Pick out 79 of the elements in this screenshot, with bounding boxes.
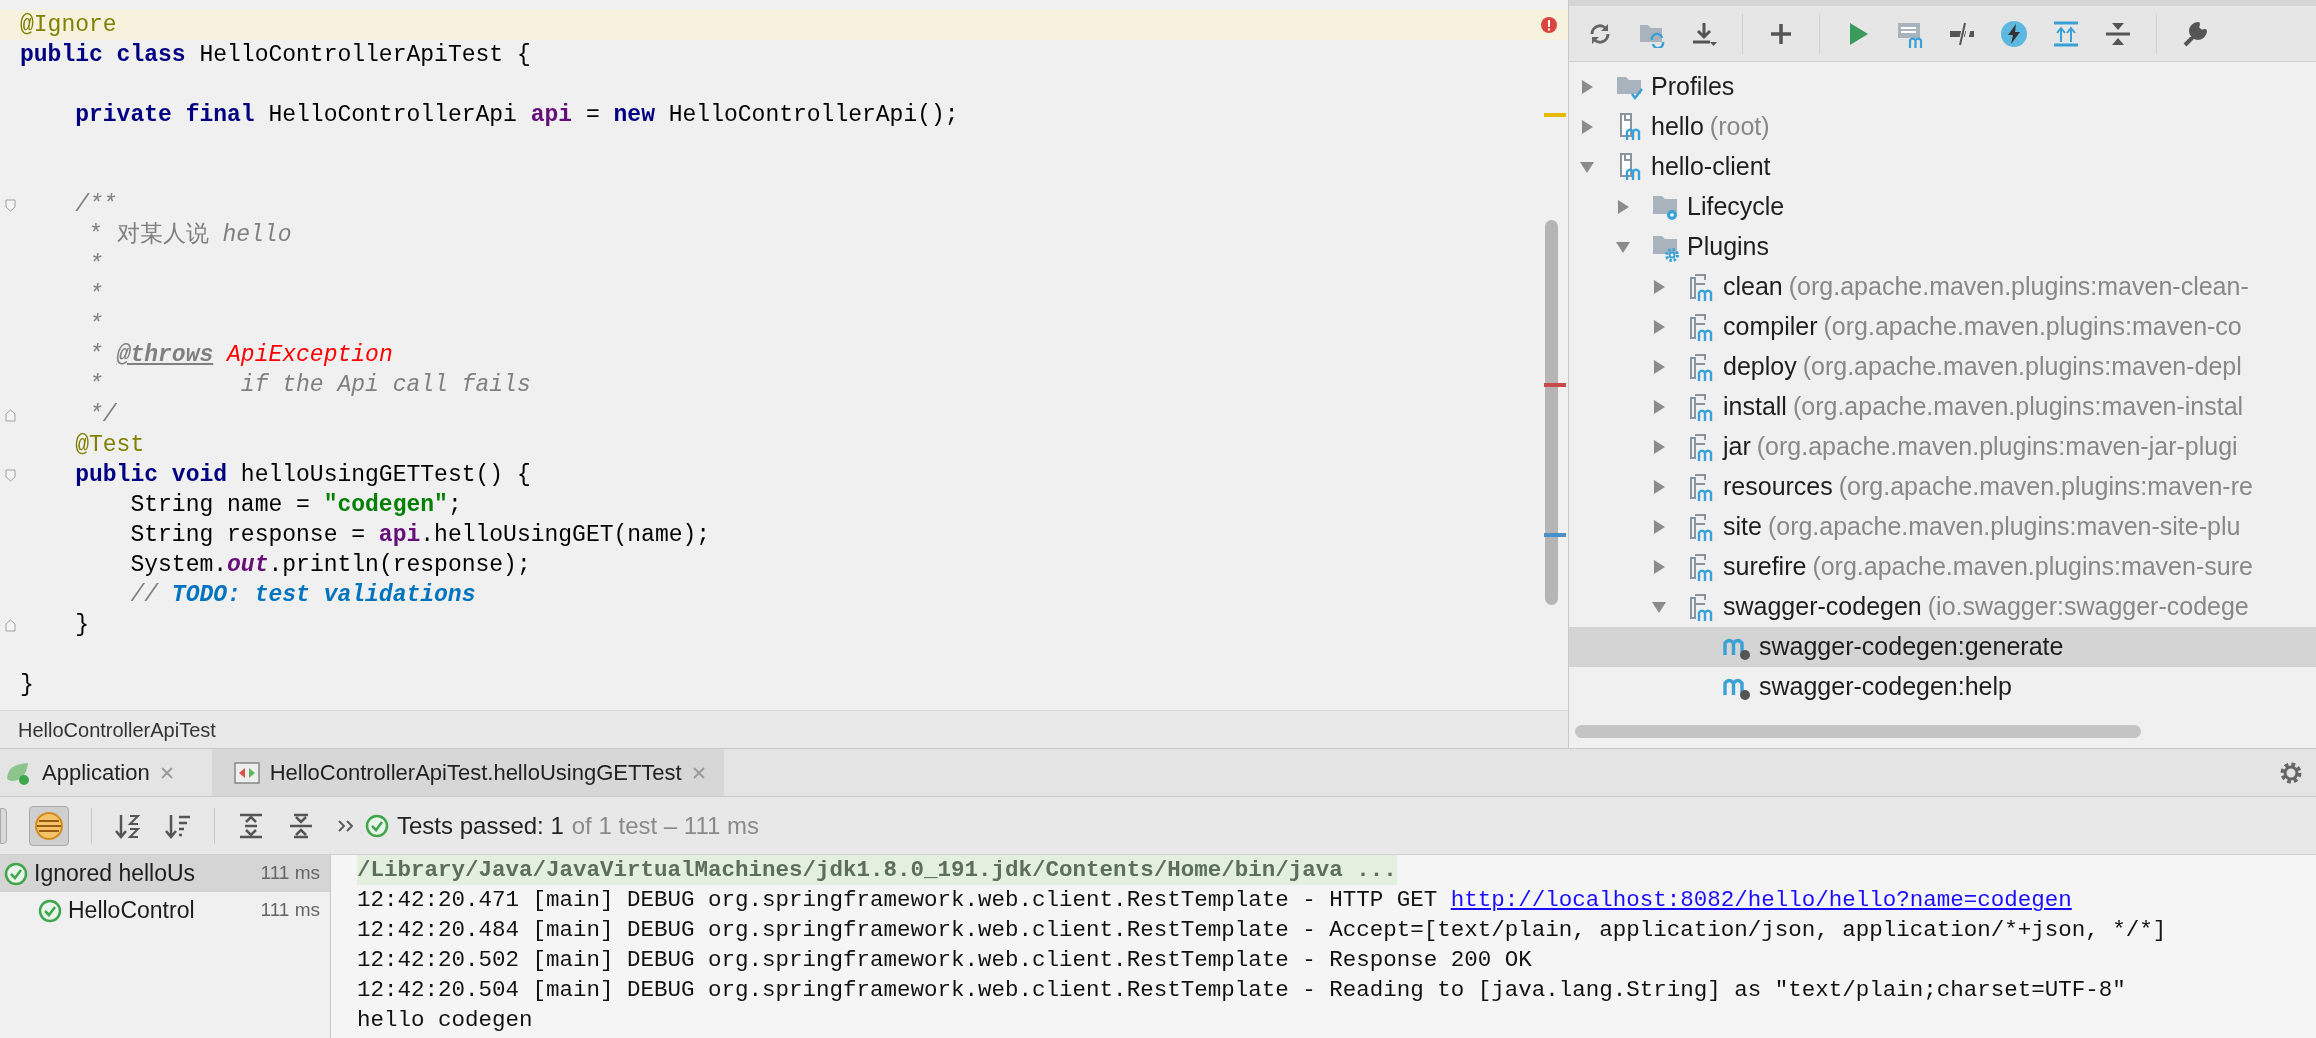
test-results-icon: [233, 761, 260, 784]
error-icon[interactable]: [1540, 16, 1558, 34]
collapsed-arrow-icon[interactable]: [1579, 119, 1595, 135]
expand-all-icon[interactable]: [237, 811, 265, 840]
fold-icon[interactable]: [4, 618, 16, 632]
tree-item[interactable]: install (org.apache.maven.plugins:maven-instal: [1569, 387, 2316, 427]
close-icon[interactable]: [159, 765, 174, 780]
collapsed-arrow-icon[interactable]: [1651, 359, 1667, 375]
console-line: 12:42:20.484 [main] DEBUG org.springframework.web.client.RestTemplate - Accept=[text/plain, application/json, application/*+json, */*]: [357, 916, 2167, 945]
code-line: * @throws ApiException: [88, 341, 393, 370]
console-line: 12:42:20.502 [main] DEBUG org.springframework.web.client.RestTemplate - Response 200 OK: [357, 946, 1532, 975]
tree-item[interactable]: resources (org.apache.maven.plugins:maven-re: [1569, 467, 2316, 507]
collapsed-arrow-icon[interactable]: [1651, 399, 1667, 415]
collapsed-arrow-icon[interactable]: [1651, 479, 1667, 495]
code-line: String response = api.helloUsingGET(name);: [129, 521, 711, 550]
test-tree-item[interactable]: HelloControl 111 ms: [0, 892, 330, 929]
code-line: }: [74, 611, 89, 640]
tree-item[interactable]: deploy (org.apache.maven.plugins:maven-depl: [1569, 347, 2316, 387]
code-line: String name = "codegen";: [129, 491, 462, 520]
toggle-button[interactable]: [0, 807, 7, 844]
collapsed-arrow-icon[interactable]: [1651, 439, 1667, 455]
console-line: 12:42:20.504 [main] DEBUG org.springframework.web.client.RestTemplate - Reading to [java.lang.String] as "text/plain;charset=UTF-8": [357, 976, 2126, 1005]
lightning-icon[interactable]: [2000, 19, 2028, 48]
expanded-arrow-icon[interactable]: [1651, 599, 1667, 615]
run-tab[interactable]: HelloControllerApiTest.helloUsingGETTest: [211, 749, 724, 796]
tree-item[interactable]: Plugins: [1569, 227, 2316, 267]
code-line: @Ignore: [20, 11, 117, 40]
code-line: */: [88, 401, 117, 430]
fold-icon[interactable]: [4, 468, 16, 482]
tree-item[interactable]: hello-client: [1569, 147, 2316, 187]
tree-item[interactable]: compiler (org.apache.maven.plugins:maven-co: [1569, 307, 2316, 347]
show-passed-toggle[interactable]: [29, 805, 69, 846]
tree-item[interactable]: hello (root): [1569, 107, 2316, 147]
tree-item[interactable]: Lifecycle: [1569, 187, 2316, 227]
collapsed-arrow-icon[interactable]: [1579, 79, 1595, 95]
collapsed-arrow-icon[interactable]: [1651, 559, 1667, 575]
fold-icon[interactable]: [4, 408, 16, 422]
tree-item[interactable]: site (org.apache.maven.plugins:maven-site-plu: [1569, 507, 2316, 547]
code-line: public class HelloControllerApiTest {: [20, 41, 531, 70]
fold-icon[interactable]: [4, 198, 16, 212]
vertical-scrollbar[interactable]: [1545, 220, 1558, 605]
wrench-icon[interactable]: [2181, 19, 2209, 48]
lines-circle-icon: [34, 810, 64, 841]
expanded-arrow-icon[interactable]: [1615, 239, 1631, 255]
collapsed-arrow-icon[interactable]: [1651, 319, 1667, 335]
console-line: hello codegen: [357, 1006, 533, 1035]
close-icon[interactable]: [691, 765, 706, 780]
tree-item[interactable]: clean (org.apache.maven.plugins:maven-clean-: [1569, 267, 2316, 307]
horizontal-scrollbar[interactable]: [1575, 725, 2141, 738]
breadcrumb[interactable]: HelloControllerApiTest: [18, 714, 216, 745]
collapsed-arrow-icon[interactable]: [1651, 279, 1667, 295]
code-line: System.out.println(response);: [129, 551, 531, 580]
code-line: }: [20, 671, 34, 700]
console-line: 12:42:20.471 [main] DEBUG org.springframework.web.client.RestTemplate - HTTP GET http://localhost:8082/hello/hello?name=codegen: [357, 886, 2072, 915]
collapsed-arrow-icon[interactable]: [1615, 199, 1631, 215]
tree-item[interactable]: jar (org.apache.maven.plugins:maven-jar-plugi: [1569, 427, 2316, 467]
console-link[interactable]: http://localhost:8082/hello/hello?name=codegen: [1450, 887, 2072, 913]
code-line: *: [88, 251, 103, 280]
code-line: @Test: [74, 431, 145, 460]
code-line: // TODO: test validations: [129, 581, 476, 610]
expanded-arrow-icon[interactable]: [1579, 159, 1595, 175]
tree-item[interactable]: surefire (org.apache.maven.plugins:maven-sure: [1569, 547, 2316, 587]
code-line: private final HelloControllerApi api = new HelloControllerApi();: [74, 101, 959, 130]
code-line: *: [88, 311, 103, 340]
tests-detail: of 1 test – 111 ms: [571, 810, 759, 841]
code-line: * 对某人说 hello: [88, 221, 292, 250]
tree-item[interactable]: swagger-codegen:generate: [1569, 627, 2316, 667]
code-line: *: [88, 281, 103, 310]
collapsed-arrow-icon[interactable]: [1651, 519, 1667, 535]
tree-item[interactable]: swagger-codegen (io.swagger:swagger-codege: [1569, 587, 2316, 627]
run-tab[interactable]: Application: [0, 749, 192, 796]
tree-item[interactable]: swagger-codegen:help: [1569, 667, 2316, 707]
test-tree-item[interactable]: Ignored helloUs 111 ms: [0, 855, 330, 892]
code-line: * if the Api call fails: [88, 371, 531, 400]
tests-summary: Tests passed: 1: [397, 810, 564, 841]
code-line: /**: [74, 191, 117, 220]
collapse-all-icon[interactable]: [287, 811, 315, 840]
tree-item[interactable]: Profiles: [1569, 67, 2316, 107]
code-line: public void helloUsingGETTest() {: [74, 461, 531, 490]
